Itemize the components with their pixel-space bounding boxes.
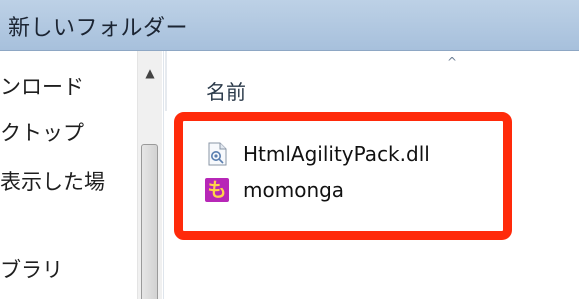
window-titlebar: 新しいフォルダー bbox=[0, 0, 579, 51]
folder-title: 新しいフォルダー bbox=[8, 16, 189, 41]
sidebar-item-downloads[interactable]: ンロード bbox=[0, 71, 84, 101]
sidebar-item-libraries[interactable]: ブラリ bbox=[0, 254, 63, 284]
navigation-pane: ンロード クトップ 表示した場 ブラリ ▲ bbox=[0, 51, 164, 299]
sort-ascending-icon: ^ bbox=[447, 55, 458, 69]
file-row-momonga[interactable]: も momonga bbox=[205, 174, 344, 206]
momonga-icon-glyph: も bbox=[205, 178, 229, 202]
sidebar-item-desktop[interactable]: クトップ bbox=[0, 117, 84, 147]
file-name: HtmlAgilityPack.dll bbox=[243, 142, 430, 166]
scroll-up-arrow-icon[interactable]: ▲ bbox=[142, 65, 158, 81]
column-header-name[interactable]: 名前 bbox=[206, 76, 246, 105]
file-row-htmlagilitypack[interactable]: HtmlAgilityPack.dll bbox=[205, 138, 430, 170]
momonga-app-icon: も bbox=[205, 178, 229, 202]
sidebar-scrollbar[interactable]: ▲ bbox=[137, 51, 162, 299]
column-divider bbox=[165, 51, 167, 111]
file-name: momonga bbox=[243, 178, 345, 202]
dll-file-icon bbox=[205, 142, 229, 166]
scroll-thumb[interactable] bbox=[141, 144, 158, 299]
sidebar-item-recent-places[interactable]: 表示した場 bbox=[0, 166, 105, 196]
